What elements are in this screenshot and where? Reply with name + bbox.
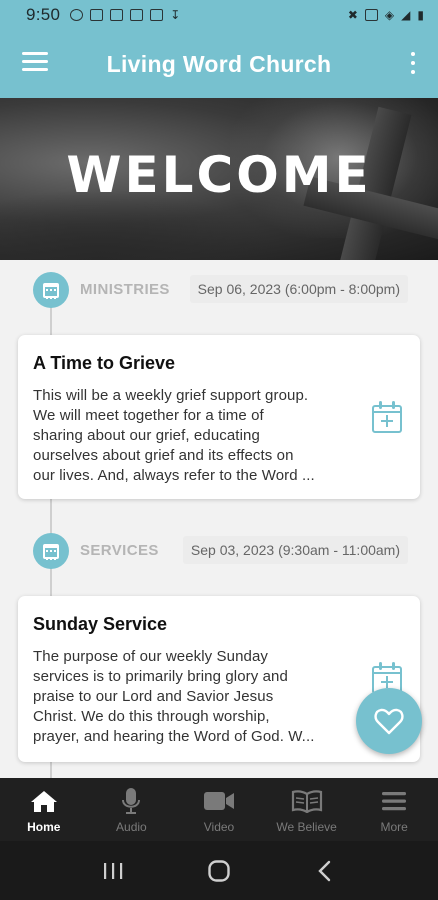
system-navigation-bar xyxy=(0,841,438,900)
description-line: This will be a weekly grief support grou… xyxy=(33,387,309,404)
description-line: our lives. And, always refer to the Word… xyxy=(33,467,315,484)
nav-we-believe[interactable]: We Believe xyxy=(263,778,351,841)
event-date: Sep 03, 2023 (9:30am - 11:00am) xyxy=(182,536,408,564)
back-icon[interactable] xyxy=(305,851,345,891)
hamburger-menu-icon[interactable] xyxy=(22,52,48,72)
description-line: prayer, and hearing the Word of God. W..… xyxy=(33,728,315,745)
event-description: The purpose of our weekly Sunday service… xyxy=(33,647,348,747)
nav-audio[interactable]: Audio xyxy=(88,778,176,841)
welcome-title: WELCOME xyxy=(66,146,372,204)
event-date: Sep 06, 2023 (6:00pm - 8:00pm) xyxy=(189,275,408,303)
nav-video[interactable]: Video xyxy=(175,778,263,841)
welcome-banner: WELCOME xyxy=(0,98,438,260)
home-button-icon[interactable] xyxy=(199,851,239,891)
description-line: We will meet together for a time of xyxy=(33,407,264,424)
overflow-menu-icon[interactable] xyxy=(410,52,416,74)
app-screen: 9:50 ↧ ✖ ◈ ◢ ▮ Living Word Church WELCOM… xyxy=(0,0,438,900)
heart-icon xyxy=(374,708,404,735)
nav-label: We Believe xyxy=(276,820,337,834)
voicemail-icon xyxy=(90,9,104,21)
wifi-icon: ◈ xyxy=(384,8,395,22)
app-icon xyxy=(150,9,164,21)
status-time: 9:50 xyxy=(26,5,61,24)
calendar-icon xyxy=(33,533,69,569)
voicemail-icon xyxy=(110,9,124,21)
favorite-button[interactable] xyxy=(356,688,422,754)
book-icon xyxy=(291,787,323,815)
home-icon xyxy=(30,787,58,815)
notification-icons: ↧ xyxy=(70,8,180,22)
nav-label: Home xyxy=(27,820,61,834)
microphone-icon xyxy=(121,787,141,815)
timeline-header: SERVICES Sep 03, 2023 (9:30am - 11:00am) xyxy=(0,533,438,569)
event-category: MINISTRIES xyxy=(80,281,170,298)
calendar-icon xyxy=(33,272,69,308)
description-line: sharing about our grief, educating xyxy=(33,427,260,444)
mute-icon: ✖ xyxy=(347,8,358,22)
description-line: services is to primarily bring glory and xyxy=(33,668,288,685)
nav-label: More xyxy=(380,820,408,834)
nav-label: Audio xyxy=(116,820,147,834)
video-camera-icon xyxy=(203,787,235,815)
timeline-header: MINISTRIES Sep 06, 2023 (6:00pm - 8:00pm… xyxy=(0,272,438,308)
description-line: praise to our Lord and Savior Jesus xyxy=(33,688,274,705)
system-icons: ✖ ◈ ◢ ▮ xyxy=(348,8,424,22)
lock-icon xyxy=(364,9,378,21)
image-icon xyxy=(130,9,144,21)
description-line: Christ. We do this through worship, xyxy=(33,708,270,725)
description-line: ourselves about grief and its effects on xyxy=(33,447,294,464)
menu-icon xyxy=(380,787,408,815)
nav-more[interactable]: More xyxy=(350,778,438,841)
nav-label: Video xyxy=(203,820,235,834)
add-to-calendar-icon[interactable] xyxy=(372,401,402,433)
signal-icon: ◢ xyxy=(401,8,411,22)
notification-icon xyxy=(70,9,84,21)
event-category: SERVICES xyxy=(80,542,159,559)
recent-apps-icon[interactable] xyxy=(93,851,133,891)
bottom-navigation: Home Audio Video We Believe More xyxy=(0,778,438,841)
event-title: Sunday Service xyxy=(33,614,168,634)
event-title: A Time to Grieve xyxy=(33,353,176,373)
nav-home[interactable]: Home xyxy=(0,778,88,841)
event-card[interactable]: A Time to Grieve This will be a weekly g… xyxy=(18,335,420,499)
status-bar: 9:50 ↧ ✖ ◈ ◢ ▮ xyxy=(0,0,438,30)
download-icon: ↧ xyxy=(170,8,181,22)
description-line: The purpose of our weekly Sunday xyxy=(33,648,269,665)
event-description: This will be a weekly grief support grou… xyxy=(33,386,348,486)
app-bar: Living Word Church xyxy=(0,30,438,98)
battery-icon: ▮ xyxy=(417,8,424,22)
app-title: Living Word Church xyxy=(106,50,332,77)
